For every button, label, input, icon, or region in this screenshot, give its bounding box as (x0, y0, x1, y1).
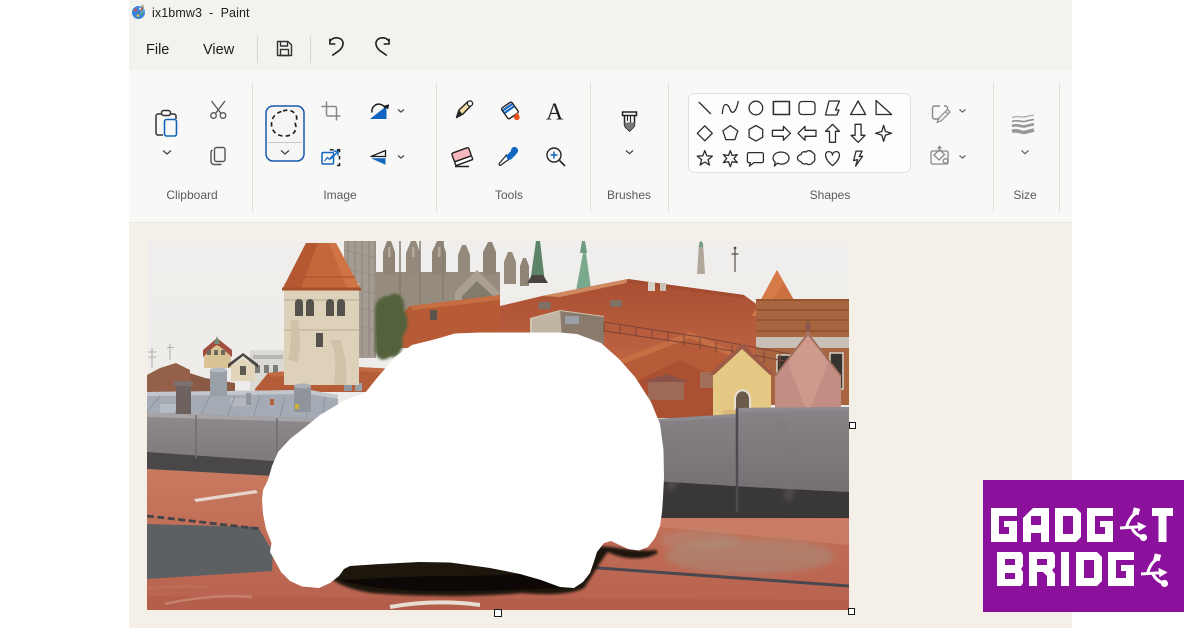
svg-text:A: A (546, 100, 564, 126)
